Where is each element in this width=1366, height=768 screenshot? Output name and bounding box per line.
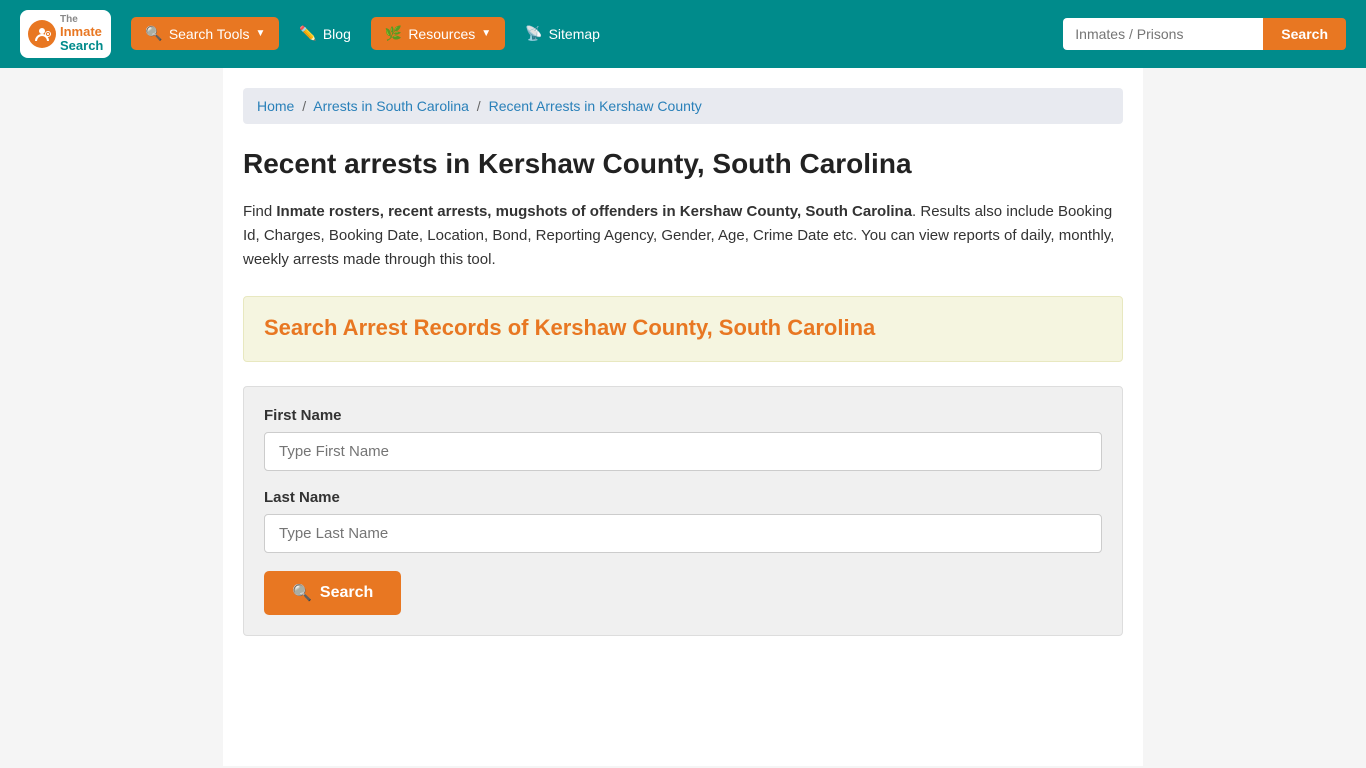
breadcrumb-home-link[interactable]: Home	[257, 98, 294, 114]
last-name-label: Last Name	[264, 489, 1102, 506]
header-search-button[interactable]: Search	[1263, 18, 1346, 50]
breadcrumb-current-link[interactable]: Recent Arrests in Kershaw County	[489, 98, 702, 114]
main-content: Home / Arrests in South Carolina / Recen…	[223, 68, 1143, 766]
last-name-group: Last Name	[264, 489, 1102, 553]
header-search-input[interactable]	[1063, 18, 1263, 50]
breadcrumb-sep-2: /	[477, 98, 481, 114]
blog-icon: ✏️	[299, 25, 316, 42]
page-description: Find Inmate rosters, recent arrests, mug…	[243, 200, 1123, 272]
first-name-label: First Name	[264, 407, 1102, 424]
description-bold: Inmate rosters, recent arrests, mugshots…	[276, 203, 912, 220]
search-tools-button[interactable]: 🔍 Search Tools ▼	[131, 17, 279, 50]
blog-button[interactable]: ✏️ Blog	[289, 17, 360, 50]
breadcrumb-sep-1: /	[302, 98, 306, 114]
description-intro: Find	[243, 203, 276, 220]
resources-button[interactable]: 🌿 Resources ▼	[371, 17, 505, 50]
sitemap-label: Sitemap	[549, 26, 600, 42]
search-section-title: Search Arrest Records of Kershaw County,…	[264, 315, 1102, 341]
resources-icon: 🌿	[385, 25, 402, 42]
search-section: Search Arrest Records of Kershaw County,…	[243, 296, 1123, 362]
breadcrumb: Home / Arrests in South Carolina / Recen…	[243, 88, 1123, 124]
logo-text: The Inmate Search	[60, 14, 103, 54]
search-tools-label: Search Tools	[169, 26, 250, 42]
search-tools-icon: 🔍	[145, 25, 162, 42]
search-submit-icon: 🔍	[292, 583, 312, 603]
sitemap-button[interactable]: 📡 Sitemap	[515, 17, 610, 50]
resources-caret-icon: ▼	[481, 28, 491, 39]
blog-label: Blog	[323, 26, 351, 42]
logo-icon	[28, 20, 56, 48]
header-search-label: Search	[1281, 26, 1328, 42]
search-submit-button[interactable]: 🔍 Search	[264, 571, 401, 615]
sitemap-icon: 📡	[525, 25, 542, 42]
search-tools-caret-icon: ▼	[256, 28, 266, 39]
search-form: First Name Last Name 🔍 Search	[243, 386, 1123, 636]
logo-link[interactable]: The Inmate Search	[20, 10, 111, 58]
header-search-area: Search	[1063, 18, 1346, 50]
last-name-input[interactable]	[264, 514, 1102, 553]
logo-box: The Inmate Search	[20, 10, 111, 58]
breadcrumb-arrests-sc-link[interactable]: Arrests in South Carolina	[313, 98, 469, 114]
header: The Inmate Search 🔍 Search Tools ▼ ✏️ Bl…	[0, 0, 1366, 68]
page-title: Recent arrests in Kershaw County, South …	[243, 148, 1123, 180]
first-name-group: First Name	[264, 407, 1102, 471]
first-name-input[interactable]	[264, 432, 1102, 471]
resources-label: Resources	[408, 26, 475, 42]
search-submit-label: Search	[320, 584, 373, 602]
